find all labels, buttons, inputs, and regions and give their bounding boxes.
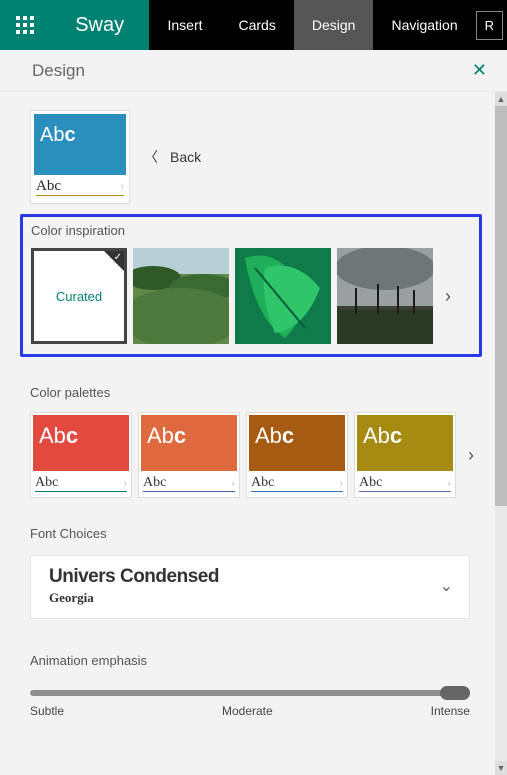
right-button[interactable]: R [476, 11, 503, 40]
scroll-thumb[interactable] [495, 106, 507, 506]
inspiration-image-2[interactable] [235, 248, 331, 344]
tab-navigation[interactable]: Navigation [373, 0, 475, 50]
palette-card-1[interactable]: Abc Abc› [138, 412, 240, 498]
waffle-icon [16, 16, 34, 34]
emphasis-slider[interactable] [30, 690, 470, 696]
inspiration-row: ✓ Curated › [31, 248, 471, 344]
check-icon: ✓ [114, 252, 122, 263]
palette-card-0[interactable]: Abc Abc› [30, 412, 132, 498]
color-inspiration-section: Color inspiration ✓ Curated › [20, 214, 482, 357]
animation-emphasis-section: Animation emphasis Subtle Moderate Inten… [30, 653, 470, 718]
slider-label-intense: Intense [431, 704, 470, 718]
brand-label: Sway [50, 0, 150, 50]
palette-card-2[interactable]: Abc Abc› [246, 412, 348, 498]
slider-label-moderate: Moderate [222, 704, 273, 718]
slider-label-subtle: Subtle [30, 704, 64, 718]
font-secondary: Georgia [49, 590, 219, 606]
font-selector[interactable]: Univers Condensed Georgia ⌄ [30, 555, 470, 619]
inspiration-curated[interactable]: ✓ Curated [31, 248, 127, 344]
section-label-inspiration: Color inspiration [31, 223, 471, 238]
app-launcher-icon[interactable] [0, 0, 50, 50]
scrollbar[interactable]: ▲ ▼ [495, 92, 507, 775]
panel-title: Design [32, 61, 85, 81]
palette-next-icon[interactable]: › [462, 445, 480, 466]
inspiration-next-icon[interactable]: › [439, 286, 457, 307]
section-label-animation: Animation emphasis [30, 653, 470, 668]
curated-label: Curated [56, 289, 102, 304]
font-primary: Univers Condensed [49, 566, 219, 588]
scroll-up-icon[interactable]: ▲ [495, 92, 507, 106]
theme-bottom-text: Abc [36, 178, 61, 195]
section-label-palettes: Color palettes [30, 385, 492, 400]
tab-insert[interactable]: Insert [149, 0, 220, 50]
panel-header: Design ✕ [0, 50, 507, 92]
section-label-fonts: Font Choices [30, 526, 492, 541]
back-label: Back [170, 149, 201, 165]
tab-cards[interactable]: Cards [221, 0, 294, 50]
top-nav: Sway Insert Cards Design Navigation R [0, 0, 507, 50]
slider-thumb[interactable] [440, 686, 470, 700]
panel-content: Abc Abc › 〈 Back Color inspiration ✓ Cur… [0, 92, 507, 775]
palette-card-3[interactable]: Abc Abc› [354, 412, 456, 498]
theme-back-row: Abc Abc › 〈 Back [30, 110, 492, 204]
chevron-left-icon: 〈 [144, 147, 158, 167]
theme-top-text: c [64, 124, 75, 146]
inspiration-image-1[interactable] [133, 248, 229, 344]
inspiration-image-3[interactable] [337, 248, 433, 344]
chevron-down-icon: ⌄ [440, 576, 453, 596]
back-button[interactable]: 〈 Back [144, 147, 201, 167]
close-icon[interactable]: ✕ [472, 60, 487, 81]
chevron-right-icon: › [121, 181, 124, 192]
current-theme-preview[interactable]: Abc Abc › [30, 110, 130, 204]
tab-design[interactable]: Design [294, 0, 374, 50]
palette-row: Abc Abc› Abc Abc› Abc Abc› Abc Abc› › [30, 412, 492, 498]
scroll-down-icon[interactable]: ▼ [495, 761, 507, 775]
